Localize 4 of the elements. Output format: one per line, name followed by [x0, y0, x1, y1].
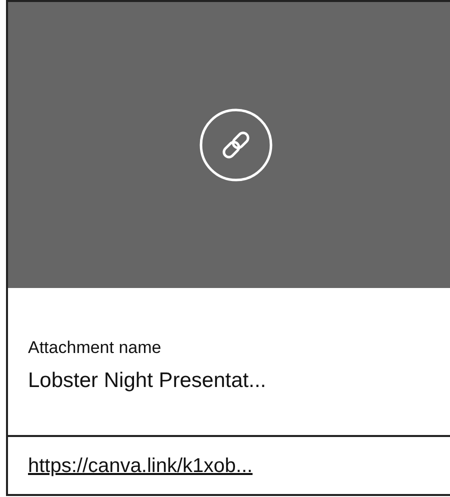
- attachment-name: Lobster Night Presentat...: [28, 368, 268, 394]
- link-icon: [199, 108, 273, 182]
- attachment-link[interactable]: https://canva.link/k1xob...: [28, 450, 253, 480]
- attachment-name-label: Attachment name: [28, 336, 162, 358]
